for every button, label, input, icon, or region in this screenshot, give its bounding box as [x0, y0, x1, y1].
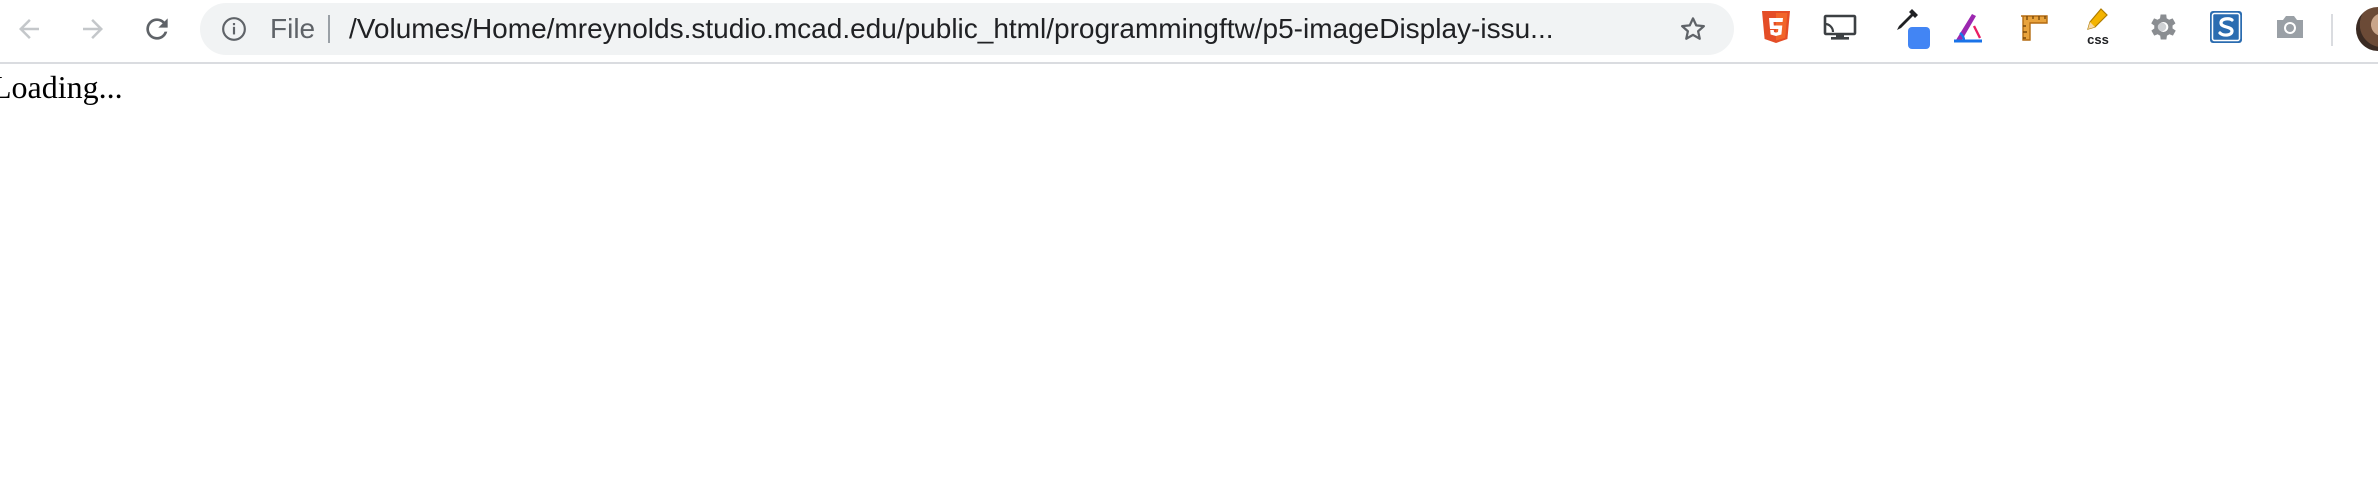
cast-extension-button[interactable] [1820, 9, 1860, 49]
page-content: Loading... [0, 64, 2378, 492]
star-icon[interactable] [1678, 14, 1708, 44]
s-extension-button[interactable] [2206, 9, 2246, 49]
geometry-extension-icon [1950, 10, 1986, 49]
back-button[interactable] [6, 6, 52, 52]
eyedropper-extension-icon [1890, 5, 1930, 54]
arrow-right-icon [78, 14, 108, 44]
cast-extension-icon [1822, 12, 1858, 47]
toolbar-separator [2331, 14, 2333, 46]
html5-extension-button[interactable] [1756, 9, 1796, 49]
css-pencil-extension-icon: css [2079, 7, 2117, 52]
loading-text: Loading... [0, 69, 123, 105]
reload-button[interactable] [134, 6, 180, 52]
browser-toolbar: File /Volumes/Home/mreynolds.studio.mcad… [0, 0, 2378, 64]
html5-extension-icon [1760, 10, 1792, 49]
gear-extension-button[interactable] [2142, 9, 2182, 49]
omnibox-divider [328, 15, 330, 43]
css-extension-label: css [2087, 32, 2109, 47]
info-icon[interactable] [221, 16, 247, 42]
profile-avatar[interactable] [2356, 7, 2378, 51]
reload-icon [141, 13, 173, 45]
forward-button[interactable] [70, 6, 116, 52]
css-pencil-extension-button[interactable]: css [2078, 7, 2118, 52]
eyedropper-extension-button[interactable] [1890, 8, 1930, 49]
camera-extension-icon [2273, 12, 2307, 47]
ruler-extension-icon [2017, 10, 2051, 49]
camera-extension-button[interactable] [2270, 9, 2310, 49]
url-text[interactable]: /Volumes/Home/mreynolds.studio.mcad.edu/… [349, 3, 1649, 55]
address-bar[interactable]: File /Volumes/Home/mreynolds.studio.mcad… [200, 3, 1734, 55]
geometry-extension-button[interactable] [1948, 9, 1988, 49]
scheme-label[interactable]: File [270, 3, 315, 55]
gear-extension-icon [2145, 10, 2179, 49]
s-extension-icon [2209, 10, 2243, 49]
ruler-extension-button[interactable] [2014, 9, 2054, 49]
arrow-left-icon [14, 14, 44, 44]
